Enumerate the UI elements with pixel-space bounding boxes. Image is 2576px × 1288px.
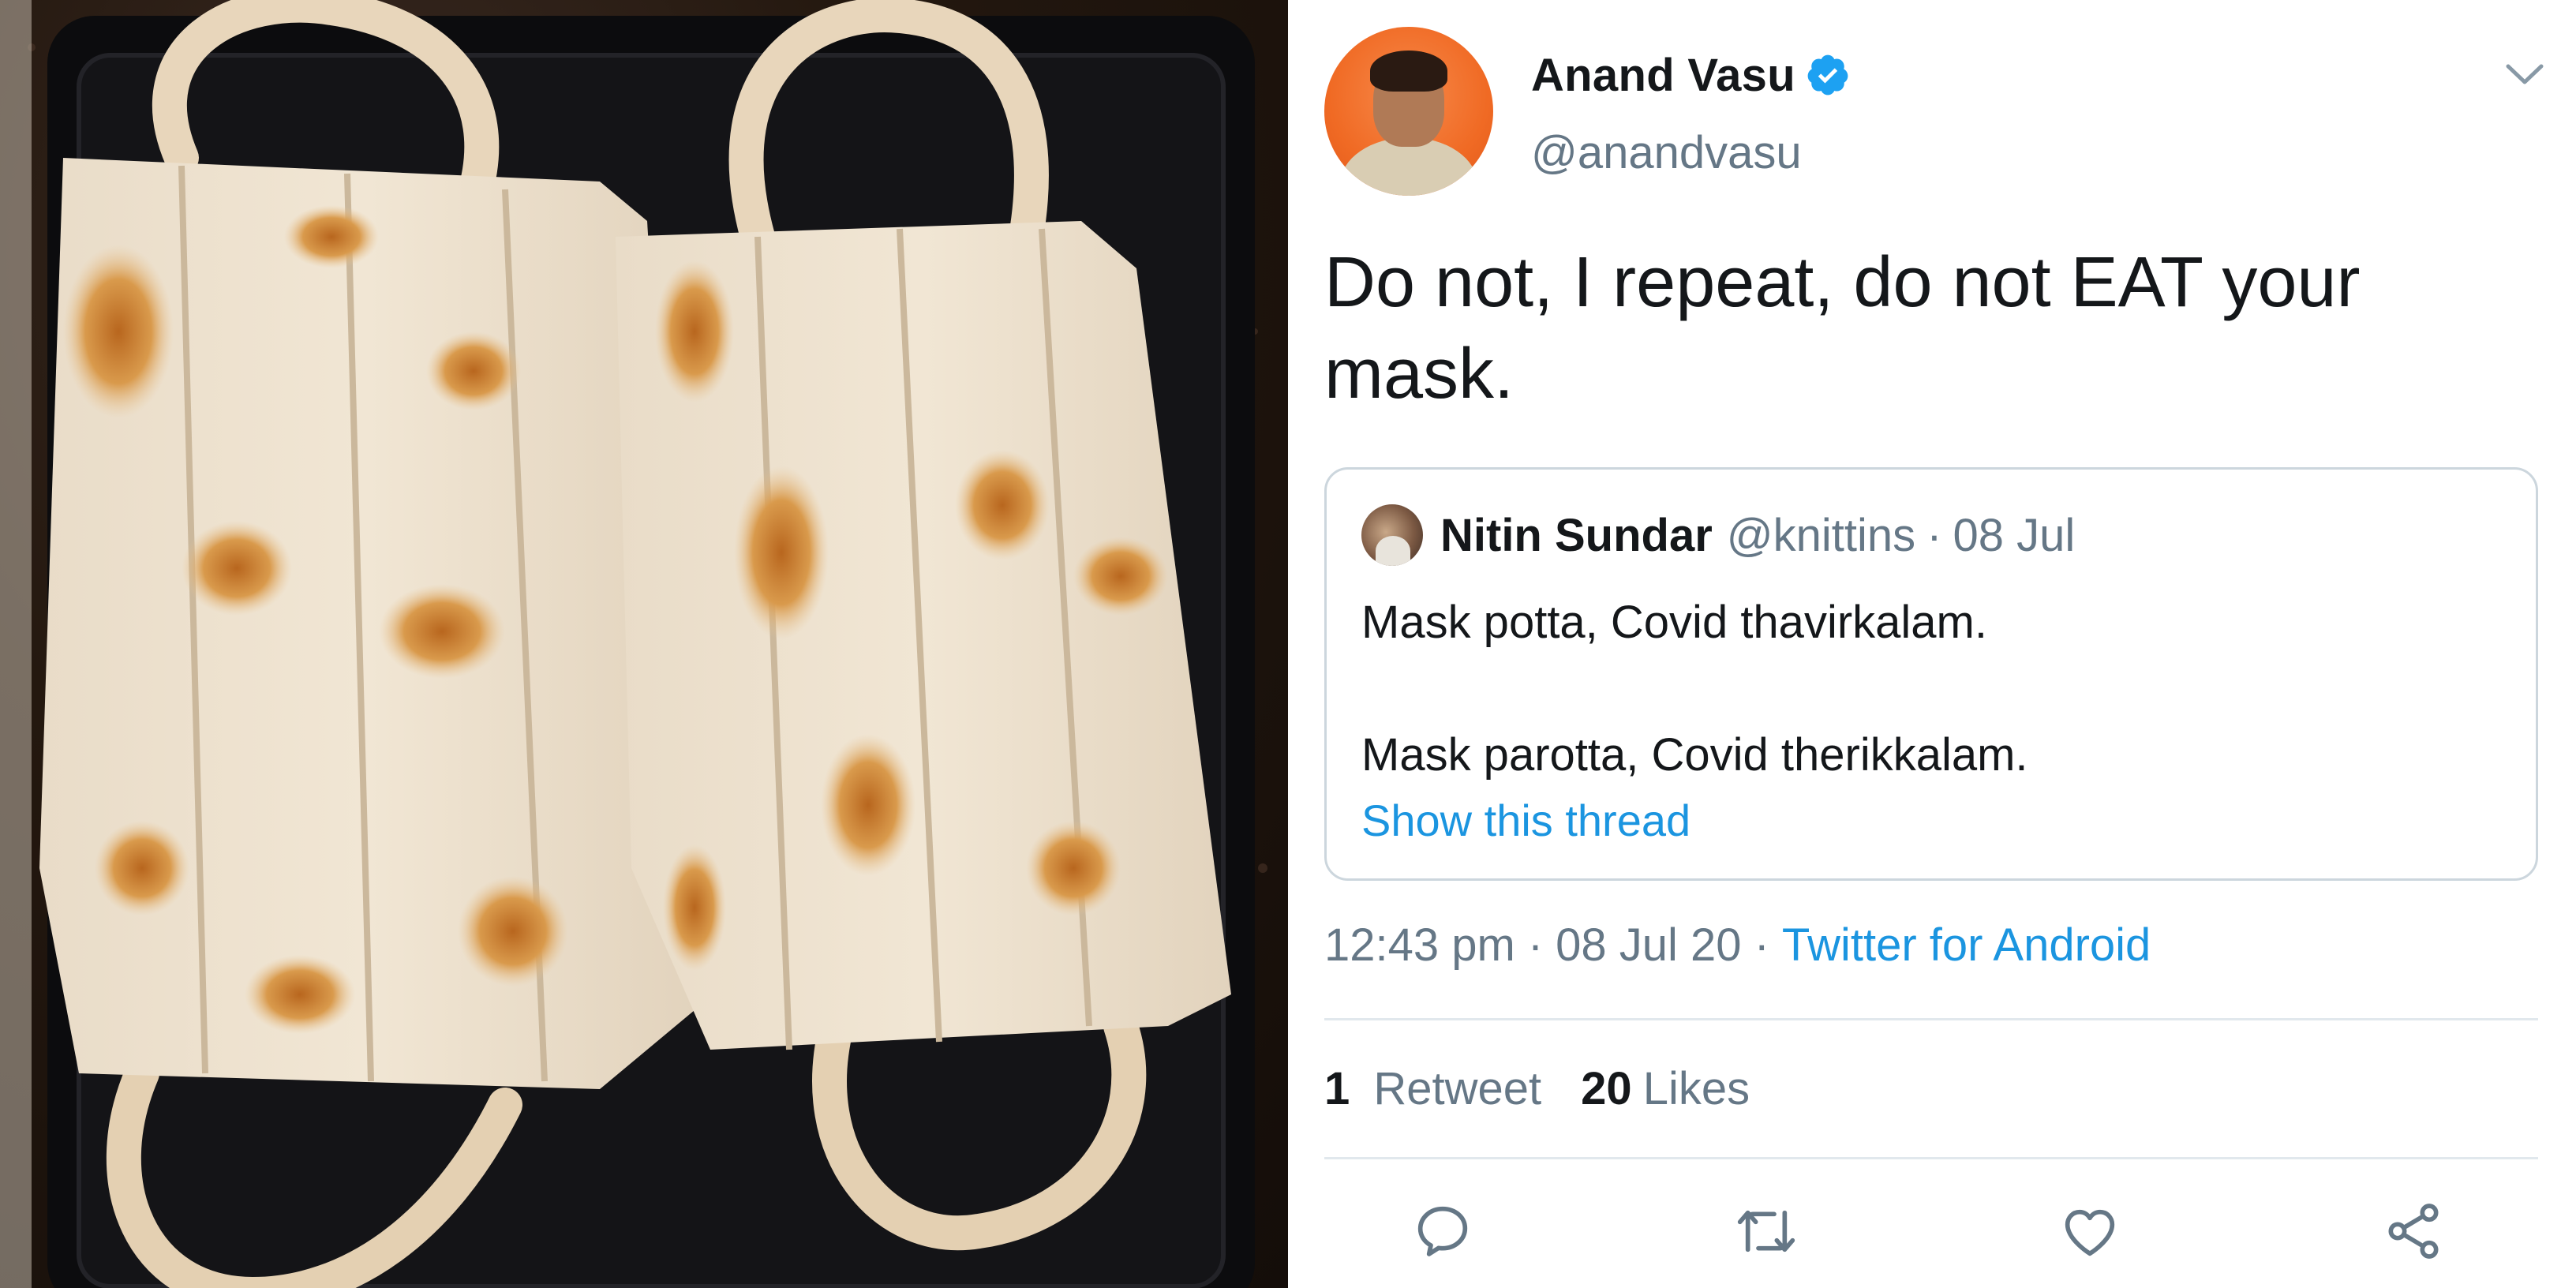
quoted-author-handle[interactable]: @knittins (1727, 509, 1915, 562)
divider (1324, 1157, 2538, 1159)
author-avatar[interactable] (1324, 27, 1493, 196)
retweets-stat[interactable]: 1 Retweet (1324, 1062, 1541, 1115)
share-icon (2388, 1204, 2439, 1259)
author-handle[interactable]: @anandvasu (1531, 126, 1802, 179)
author-name-row[interactable]: Anand Vasu (1531, 46, 1851, 104)
tweet-card: Anand Vasu @anandvasu Do not, I repeat, … (1288, 0, 2576, 1288)
quoted-tweet-header: Nitin Sundar @knittins · 08 Jul (1440, 504, 2075, 566)
retweet-icon (1737, 1210, 1795, 1252)
show-thread-link[interactable]: Show this thread (1361, 795, 1690, 846)
tweet-stats: 1 Retweet 20 Likes (1324, 1062, 1750, 1115)
likes-stat[interactable]: 20 Likes (1581, 1062, 1750, 1115)
divider (1324, 1018, 2538, 1020)
like-icon (2065, 1209, 2115, 1256)
meta-separator-1: · (1527, 919, 1544, 971)
tweet-actions (1324, 1192, 2538, 1267)
tweet-meta: 12:43 pm · 08 Jul 20 · Twitter for Andro… (1324, 919, 2151, 972)
likes-count: 20 (1581, 1063, 1632, 1114)
quoted-author-avatar[interactable] (1361, 504, 1423, 566)
reply-icon (1417, 1206, 1468, 1256)
retweets-label: Retweet (1373, 1063, 1542, 1114)
tweet-text: Do not, I repeat, do not EAT your mask. (1324, 243, 2361, 414)
avatar-hair (1370, 51, 1447, 92)
author-display-name[interactable]: Anand Vasu (1531, 49, 1795, 102)
like-button[interactable] (2058, 1200, 2121, 1263)
tweet-time: 12:43 pm (1324, 919, 1515, 971)
quoted-separator: · (1926, 509, 1942, 561)
mask-parotta-image (0, 0, 1267, 1288)
retweets-count: 1 (1324, 1063, 1350, 1114)
quoted-author-name[interactable]: Nitin Sundar (1440, 509, 1713, 562)
tweet-date: 08 Jul 20 (1556, 919, 1742, 971)
chevron-down-icon[interactable] (2502, 58, 2548, 90)
quoted-text-line-1: Mask potta, Covid thavirkalam. (1361, 597, 1987, 648)
likes-label: Likes (1642, 1063, 1750, 1114)
share-button[interactable] (2382, 1200, 2445, 1263)
tweet-source-link[interactable]: Twitter for Android (1782, 919, 2151, 972)
quoted-text-line-2: Mask parotta, Covid therikkalam. (1361, 729, 2028, 781)
retweet-button[interactable] (1735, 1200, 1798, 1263)
reply-button[interactable] (1411, 1200, 1474, 1263)
quoted-tweet-card[interactable]: Nitin Sundar @knittins · 08 Jul Mask pot… (1324, 467, 2538, 881)
meta-separator-2: · (1754, 919, 1769, 971)
quoted-date: 08 Jul (1953, 509, 2076, 561)
verified-badge-icon (1807, 54, 1848, 95)
tweet-photo[interactable] (0, 0, 1288, 1288)
